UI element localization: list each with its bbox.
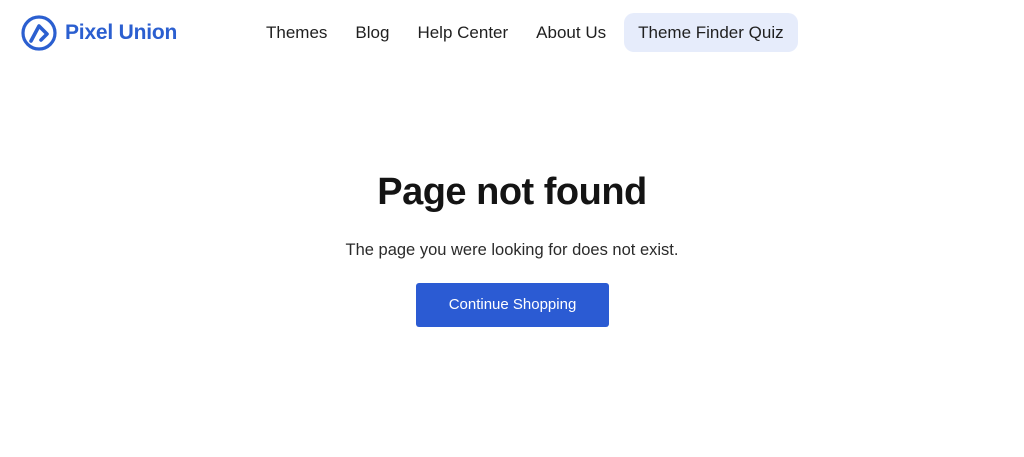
continue-shopping-button[interactable]: Continue Shopping bbox=[416, 283, 609, 327]
page: Pixel Union Themes Blog Help Center Abou… bbox=[0, 0, 1024, 457]
site-header: Pixel Union Themes Blog Help Center Abou… bbox=[0, 0, 1024, 66]
not-found-content: Page not found The page you were looking… bbox=[0, 160, 1024, 327]
pixel-union-logo-icon bbox=[21, 15, 57, 51]
page-title: Page not found bbox=[377, 171, 647, 213]
nav-item-blog[interactable]: Blog bbox=[341, 13, 403, 52]
nav-item-theme-finder-quiz[interactable]: Theme Finder Quiz bbox=[624, 13, 798, 52]
brand-name: Pixel Union bbox=[65, 21, 178, 44]
nav-item-about-us[interactable]: About Us bbox=[522, 13, 620, 52]
error-message: The page you were looking for does not e… bbox=[345, 241, 679, 259]
nav-item-themes[interactable]: Themes bbox=[252, 13, 341, 52]
main-nav: Themes Blog Help Center About Us Theme F… bbox=[252, 13, 798, 52]
nav-item-help-center[interactable]: Help Center bbox=[403, 13, 522, 52]
brand-logo-link[interactable]: Pixel Union bbox=[21, 14, 177, 52]
